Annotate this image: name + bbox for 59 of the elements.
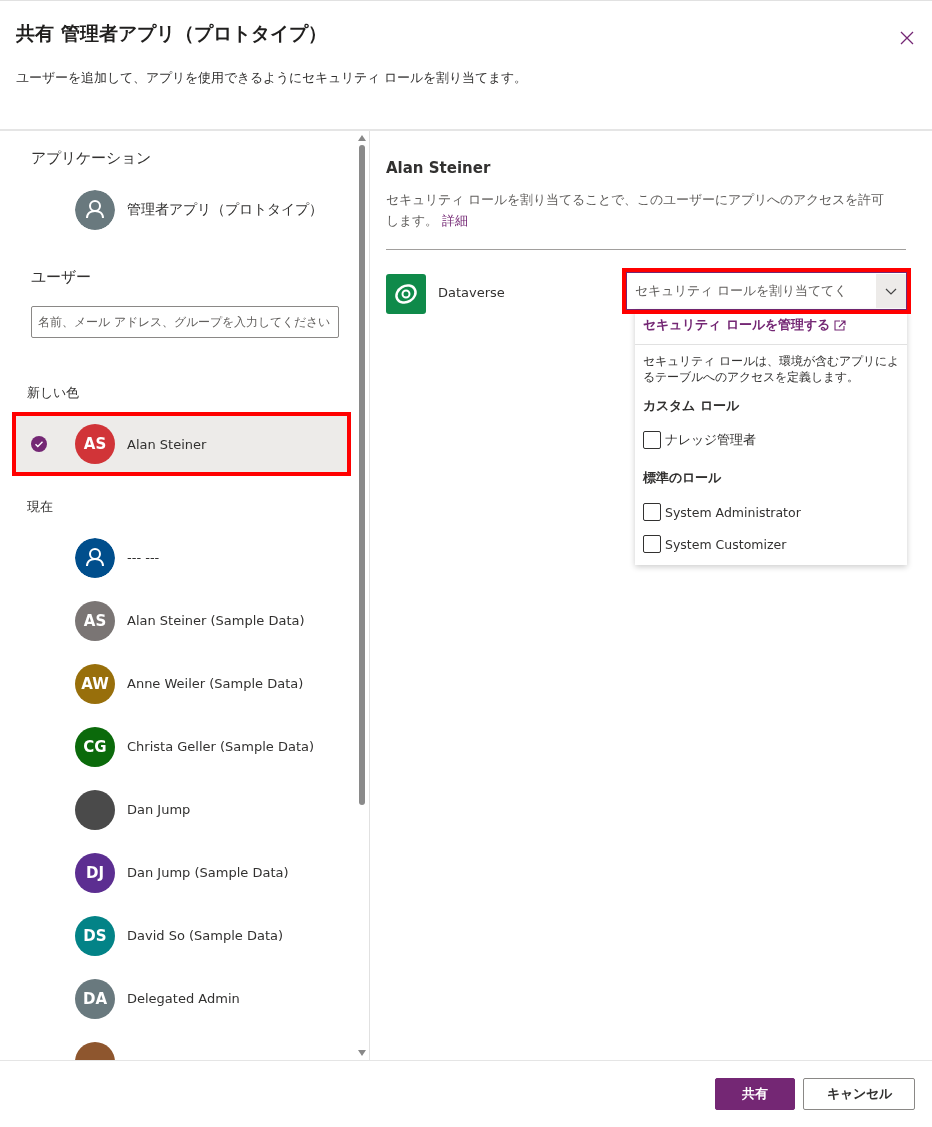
cancel-button[interactable]: キャンセル bbox=[803, 1078, 915, 1110]
avatar: DA bbox=[75, 978, 115, 1019]
user-name: Dan Jump (Sample Data) bbox=[127, 865, 289, 880]
share-button[interactable]: 共有 bbox=[715, 1078, 795, 1110]
group-heading: カスタム ロール bbox=[642, 397, 740, 415]
user-list-item[interactable]: --- --- bbox=[0, 526, 369, 589]
description-text: セキュリティ ロールを割り当てることで、このユーザーにアプリへのアクセスを許可します。 詳細 bbox=[386, 191, 886, 230]
photo-placeholder bbox=[75, 789, 115, 830]
group-heading: 標準のロール bbox=[641, 469, 722, 487]
scrollbar[interactable] bbox=[358, 135, 366, 1056]
scroll-up-icon[interactable] bbox=[358, 135, 366, 141]
avatar: AS bbox=[75, 600, 115, 641]
section-heading: 新しい色 bbox=[27, 384, 80, 402]
user-name: Dan Jump bbox=[127, 802, 191, 817]
section-heading: ユーザー bbox=[31, 268, 92, 287]
avatar: AW bbox=[75, 663, 115, 704]
menu-note: セキュリティ ロールは、環境が含むアプリによるテーブルへのアクセスを定義します。 bbox=[642, 353, 900, 385]
avatar: DS bbox=[75, 915, 115, 956]
user-list-item[interactable]: AW Anne Weiler (Sample Data) bbox=[0, 652, 369, 715]
dataverse-icon bbox=[386, 274, 426, 314]
avatar: CG bbox=[75, 726, 115, 767]
role-option[interactable]: System Administrator bbox=[635, 497, 907, 529]
chevron-down-icon bbox=[885, 287, 897, 295]
avatar: AS bbox=[75, 424, 115, 464]
app-name: 管理者アプリ（プロトタイプ） bbox=[127, 201, 323, 219]
person-icon bbox=[75, 190, 115, 230]
user-name: Christa Geller (Sample Data) bbox=[127, 739, 315, 754]
checkbox[interactable] bbox=[643, 535, 661, 553]
user-name: Anne Weiler (Sample Data) bbox=[127, 676, 304, 691]
user-name: --- --- bbox=[127, 550, 160, 565]
role-option[interactable]: System Customizer bbox=[635, 529, 907, 561]
user-list-item[interactable]: CG Christa Geller (Sample Data) bbox=[0, 715, 369, 778]
user-list-item[interactable]: DJ Dan Jump (Sample Data) bbox=[0, 841, 369, 904]
user-name: Delegated Admin bbox=[127, 991, 240, 1006]
user-list-item[interactable]: Dan Jump bbox=[0, 778, 369, 841]
details-link[interactable]: 詳細 bbox=[442, 213, 469, 228]
user-name: Alan Steiner (Sample Data) bbox=[127, 613, 305, 628]
section-heading: アプリケーション bbox=[31, 149, 152, 168]
checkbox[interactable] bbox=[643, 503, 661, 521]
user-list-item[interactable]: DA Delegated Admin bbox=[0, 967, 369, 1030]
role-option[interactable]: ナレッジ管理者 bbox=[635, 425, 907, 457]
checkbox[interactable] bbox=[643, 431, 661, 449]
dialog-subtitle: ユーザーを追加して、アプリを使用できるようにセキュリティ ロールを割り当てます。 bbox=[16, 69, 529, 87]
search-field[interactable]: 名前、メール アドレス、グループを入力してください bbox=[31, 306, 339, 338]
close-icon[interactable] bbox=[900, 31, 914, 45]
user-list-item[interactable]: AS Alan Steiner (Sample Data) bbox=[0, 589, 369, 652]
user-name: David So (Sample Data) bbox=[127, 928, 284, 943]
check-icon bbox=[31, 436, 47, 452]
user-list-item[interactable]: AS Alan Steiner bbox=[12, 412, 351, 476]
user-name: Alan Steiner bbox=[127, 436, 207, 452]
section-heading: 現在 bbox=[27, 498, 54, 516]
user-list-item[interactable]: DS David So (Sample Data) bbox=[0, 904, 369, 967]
dialog-title: 共有 管理者アプリ（プロトタイプ） bbox=[16, 21, 327, 46]
scroll-down-icon[interactable] bbox=[358, 1050, 366, 1056]
avatar: DJ bbox=[75, 852, 115, 893]
environment-name: Dataverse bbox=[438, 285, 506, 300]
user-name-heading: Alan Steiner bbox=[386, 159, 492, 177]
external-link-icon bbox=[833, 319, 846, 331]
manage-roles-link[interactable]: セキュリティ ロールを管理する bbox=[643, 316, 830, 334]
